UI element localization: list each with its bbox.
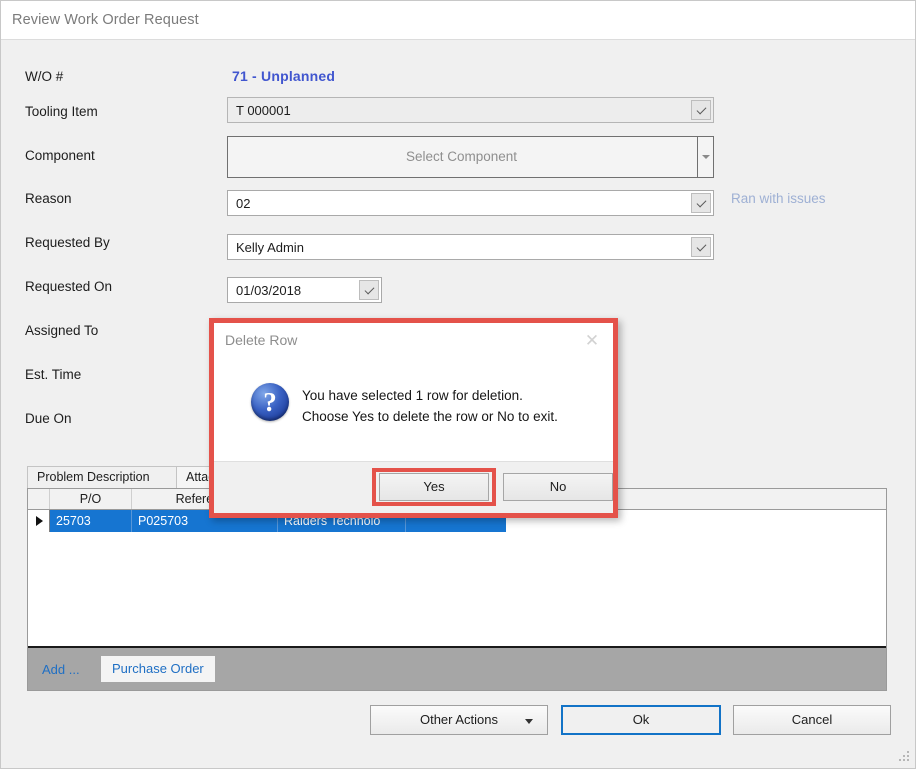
label-wo-number: W/O # — [25, 69, 64, 84]
requested-on-value: 01/03/2018 — [236, 283, 302, 298]
chevron-down-icon[interactable] — [691, 237, 711, 257]
label-assigned-to: Assigned To — [25, 323, 99, 338]
label-est-time: Est. Time — [25, 367, 82, 382]
add-link[interactable]: Add ... — [42, 662, 80, 677]
reason-combo[interactable]: 02 — [227, 190, 714, 216]
other-actions-label: Other Actions — [419, 712, 499, 727]
label-tooling-item: Tooling Item — [25, 104, 98, 119]
dialog-message: You have selected 1 row for deletion. Ch… — [302, 385, 558, 427]
chevron-down-icon[interactable] — [691, 100, 711, 120]
other-actions-button[interactable]: Other Actions — [370, 705, 548, 735]
current-row-icon — [36, 516, 43, 526]
tooling-item-value: T 000001 — [236, 103, 291, 118]
tooling-item-combo[interactable]: T 000001 — [227, 97, 714, 123]
grid-column-po[interactable]: P/O — [50, 489, 132, 509]
question-icon: ? — [251, 383, 289, 421]
requested-on-datepicker[interactable]: 01/03/2018 — [227, 277, 382, 303]
grid-footer-toolbar: Add ... Purchase Order — [28, 646, 886, 690]
dialog-no-button[interactable]: No — [503, 473, 613, 501]
label-requested-on: Requested On — [25, 279, 113, 294]
chevron-down-icon[interactable] — [691, 193, 711, 213]
component-placeholder: Select Component — [405, 149, 518, 164]
dialog-message-line-1: You have selected 1 row for deletion. — [302, 388, 523, 403]
label-reason: Reason — [25, 191, 72, 206]
dialog-title: Delete Row — [225, 332, 298, 348]
chevron-down-icon[interactable] — [525, 719, 533, 724]
purchase-order-grid: P/O Reference 25703 P025703 Raiders Tech… — [27, 488, 887, 691]
page-title: Review Work Order Request — [12, 12, 199, 28]
dialog-surface: Delete Row ✕ ? You have selected 1 row f… — [214, 323, 613, 513]
label-due-on: Due On — [25, 411, 72, 426]
close-icon[interactable]: ✕ — [581, 332, 603, 350]
requested-by-combo[interactable]: Kelly Admin — [227, 234, 714, 260]
component-select[interactable]: Select Component — [227, 136, 714, 178]
reason-note: Ran with issues — [731, 191, 826, 206]
dialog-message-line-2: Choose Yes to delete the row or No to ex… — [302, 409, 558, 424]
grid-rowheader-corner — [28, 489, 50, 509]
requested-by-value: Kelly Admin — [236, 240, 304, 255]
resize-grip-icon[interactable] — [898, 751, 911, 764]
ok-button[interactable]: Ok — [561, 705, 721, 735]
delete-row-dialog: Delete Row ✕ ? You have selected 1 row f… — [209, 318, 618, 518]
label-requested-by: Requested By — [25, 235, 110, 250]
chevron-down-icon[interactable] — [697, 137, 713, 177]
cell-po[interactable]: 25703 — [50, 510, 132, 532]
tab-problem-description[interactable]: Problem Description — [27, 466, 177, 488]
row-selector[interactable] — [28, 510, 50, 532]
wo-number-value: 71 - Unplanned — [232, 68, 336, 84]
reason-value: 02 — [236, 196, 251, 211]
dialog-footer: Yes No — [214, 461, 613, 513]
cancel-button[interactable]: Cancel — [733, 705, 891, 735]
purchase-order-button[interactable]: Purchase Order — [101, 656, 215, 682]
window-titlebar: Review Work Order Request — [1, 1, 915, 40]
yes-button-highlight — [372, 468, 496, 506]
work-order-request-window: Review Work Order Request W/O # 71 - Unp… — [0, 0, 916, 769]
chevron-down-icon[interactable] — [359, 280, 379, 300]
label-component: Component — [25, 148, 95, 163]
